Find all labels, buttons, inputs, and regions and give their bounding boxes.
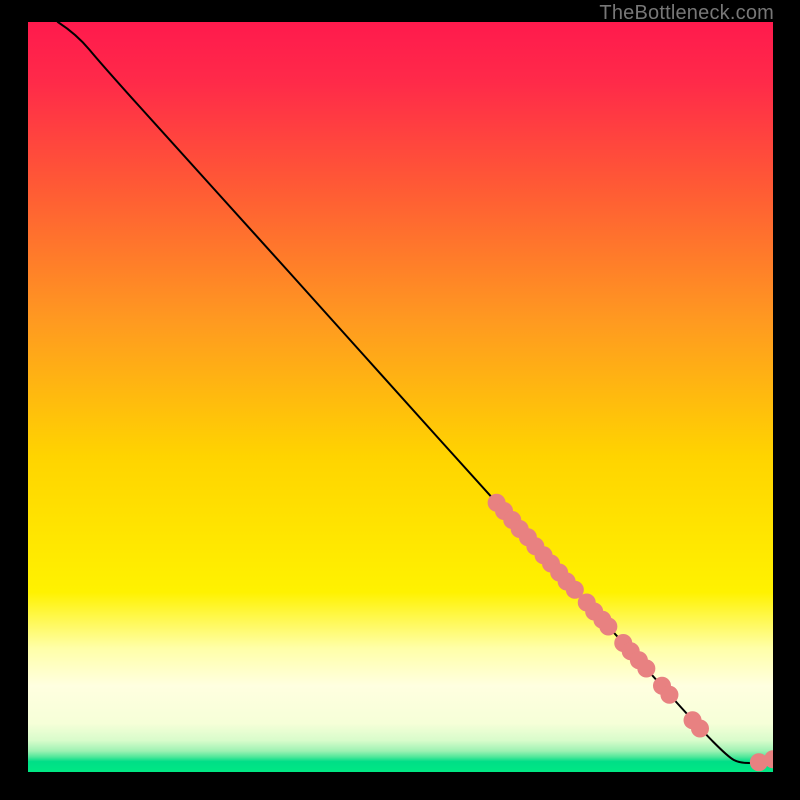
chart-stage: TheBottleneck.com [0,0,800,800]
chart-plot-area [28,22,773,772]
chart-svg [28,22,773,772]
data-marker [691,720,709,738]
data-marker [599,618,617,636]
data-marker [637,660,655,678]
data-marker [660,686,678,704]
